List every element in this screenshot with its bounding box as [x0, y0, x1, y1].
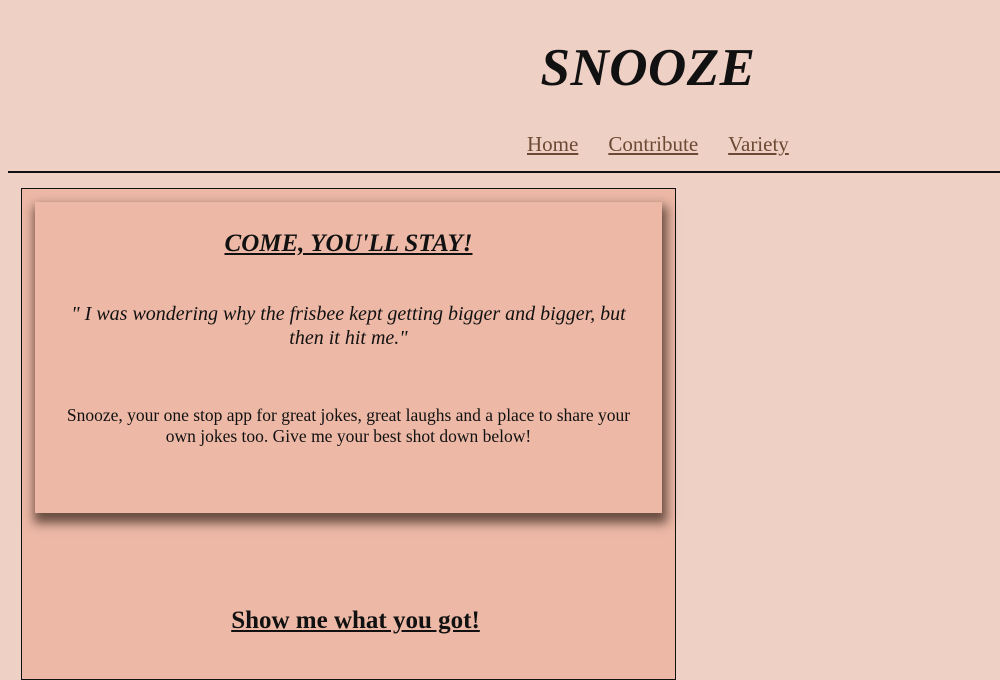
nav-link-variety[interactable]: Variety: [728, 131, 789, 157]
nav-link-contribute[interactable]: Contribute: [608, 131, 698, 157]
header-divider: [8, 171, 1000, 173]
nav-link-home[interactable]: Home: [527, 131, 578, 157]
app-description: Snooze, your one stop app for great joke…: [66, 405, 631, 446]
main-panel: COME, YOU'LL STAY! " I was wondering why…: [21, 188, 676, 680]
main-nav: Home Contribute Variety: [527, 131, 789, 157]
site-header: SNOOZE Home Contribute Variety: [0, 0, 1000, 172]
hero-card: COME, YOU'LL STAY! " I was wondering why…: [35, 202, 662, 513]
site-title: SNOOZE: [540, 39, 756, 97]
joke-quote: " I was wondering why the frisbee kept g…: [71, 303, 626, 349]
hero-title: COME, YOU'LL STAY!: [224, 230, 473, 257]
contribute-section-title: Show me what you got!: [231, 607, 480, 634]
